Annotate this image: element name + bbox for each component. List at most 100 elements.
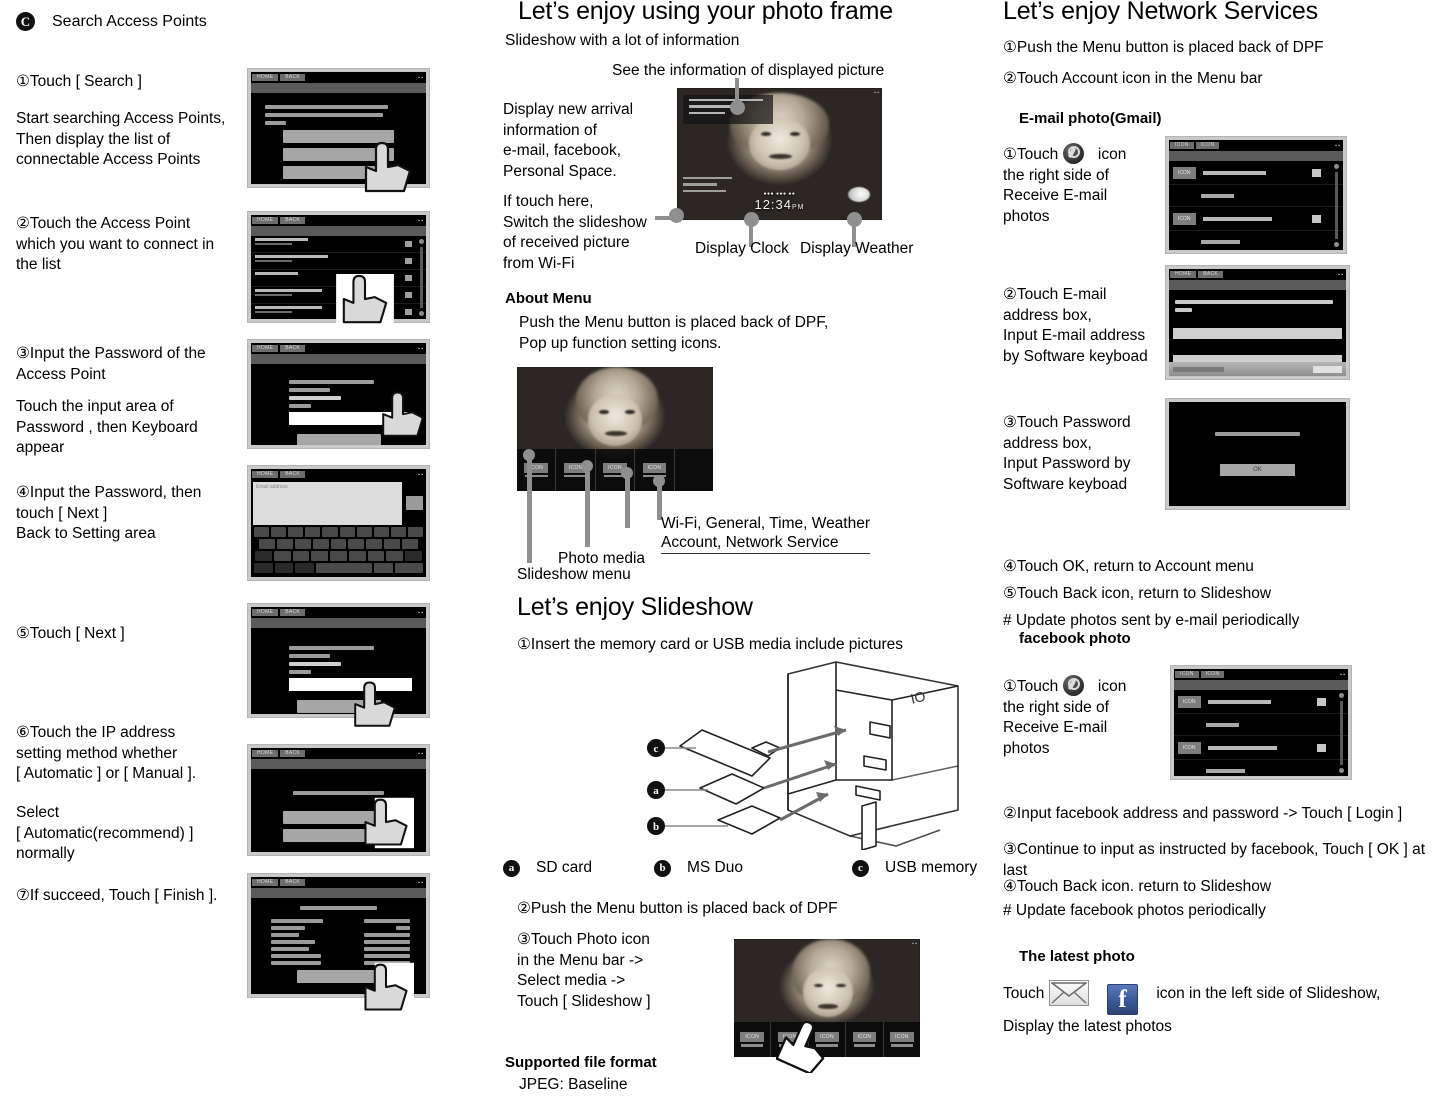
mid-note-touch-here: If touch here, Switch the slideshow of r…: [503, 193, 647, 272]
settings-icon[interactable]: [1062, 143, 1084, 164]
shot-home-button[interactable]: HOME: [252, 879, 279, 886]
facebook-step-1-rest: the right side of Receive E-mail photos: [1003, 698, 1109, 757]
screenshot-search-screen: HOME BACK ▪ ▪: [247, 68, 430, 193]
ap-list-item[interactable]: [251, 236, 426, 253]
left-step-2: ②Touch the Access Point which you want t…: [16, 215, 215, 274]
clock-time: 12:34: [754, 197, 793, 213]
latest-photo-second-line: Display the latest photos: [1003, 1018, 1172, 1035]
shot-home-button[interactable]: HOME: [252, 217, 279, 224]
account-row-facebook-setting[interactable]: [1169, 231, 1343, 250]
left-step-5: ⑤Touch [ Next ]: [16, 625, 125, 642]
account-row-receive-email[interactable]: ICON: [1169, 161, 1343, 185]
mail-icon[interactable]: [1048, 980, 1089, 1006]
shot-title-bar: [251, 759, 426, 769]
shot-back-button[interactable]: BACK: [280, 345, 306, 352]
media-menu-item[interactable]: ICON: [846, 1021, 884, 1057]
account-row-email-setting[interactable]: [1169, 185, 1343, 207]
menu-bar[interactable]: ICON ICON ICON ICON: [517, 448, 713, 491]
shot-back-button[interactable]: BACK: [280, 471, 306, 478]
screenshot-ip-method: HOME BACK ▪ ▪: [247, 744, 430, 856]
shot-text-area[interactable]: Email address: [253, 482, 402, 525]
hand-cursor-icon: [382, 391, 424, 437]
shot-status-icons: ▪ ▪: [418, 74, 423, 81]
account-row-receive-email[interactable]: ICON: [1174, 690, 1348, 714]
shot-scrollbar[interactable]: [1339, 693, 1344, 773]
shot-scrollbar[interactable]: [1334, 164, 1339, 247]
shot-title-bar: [1169, 280, 1346, 290]
callout-settings-items: Wi-Fi, General, Time, Weather Account, N…: [661, 514, 871, 554]
left-step-3-note: Touch the input area of Password , then …: [16, 398, 198, 457]
shot-icon-button[interactable]: ICON: [1175, 671, 1199, 678]
label-display-weather: Display Weather: [800, 240, 914, 257]
shot-home-button[interactable]: HOME: [252, 74, 279, 81]
row-checkbox[interactable]: [1317, 744, 1326, 752]
column-left: C Search Access Points ①Touch [ Search ]…: [0, 0, 495, 1091]
latest-photo-pre: Touch: [1003, 985, 1045, 1002]
shot-back-button[interactable]: BACK: [280, 74, 306, 81]
shot-home-button[interactable]: HOME: [252, 609, 279, 616]
right-step-1: ①Push the Menu button is placed back of …: [1003, 39, 1324, 56]
badge-ms-duo-icon: b: [654, 859, 671, 877]
column-middle: Let’s enjoy using your photo frame Slide…: [495, 0, 995, 1093]
shot-topbar: HOME BACK ▪ ▪: [251, 72, 426, 83]
shot-title-bar: [251, 888, 426, 898]
shot-status-icons: ▪ ▪: [1338, 271, 1343, 278]
media-menu-item[interactable]: ICON: [884, 1022, 920, 1057]
shot-icon-button[interactable]: ICON: [1200, 671, 1225, 678]
lead-knob-clock: [744, 212, 759, 227]
shot-home-button[interactable]: HOME: [252, 750, 279, 757]
screenshot-confirm-next: HOME BACK ▪ ▪: [247, 603, 430, 727]
row-checkbox[interactable]: [1317, 698, 1326, 706]
shot-title-bar: [251, 354, 426, 364]
shot-setup-button[interactable]: [1173, 366, 1224, 372]
page-root: C Search Access Points ①Touch [ Search ]…: [0, 0, 1451, 1093]
photo-info-overlay: [683, 94, 774, 124]
screenshot-password-entry: HOME BACK ▪ ▪: [247, 339, 430, 449]
row-checkbox[interactable]: [1312, 215, 1321, 223]
account-row-facebook-setting[interactable]: [1174, 760, 1348, 776]
shot-back-button[interactable]: BACK: [1198, 271, 1224, 278]
shot-status-icons: ▪ ▪: [418, 471, 423, 478]
svg-text:IO: IO: [909, 688, 927, 707]
email-step-1: ①Touch icon the right side of Receive E-…: [1003, 143, 1168, 227]
facebook-step-1: ①Touch icon the right side of Receive E-…: [1003, 675, 1168, 759]
shot-back-button[interactable]: BACK: [280, 609, 306, 616]
account-row-email-setting[interactable]: [1174, 714, 1348, 736]
latest-photo-post: icon in the left side of Slideshow,: [1156, 985, 1381, 1002]
label-display-clock: Display Clock: [695, 240, 789, 257]
clock-overlay: ●●● ●●● ●● 12:34PM: [677, 191, 882, 212]
dialog-ok-button[interactable]: OK: [1220, 464, 1295, 476]
shot-back-button[interactable]: BACK: [280, 217, 306, 224]
account-row-receive-facebook[interactable]: ICON: [1174, 736, 1348, 760]
shot-home-button[interactable]: HOME: [1170, 271, 1197, 278]
email-step-4: ④Touch OK, return to Account menu: [1003, 558, 1254, 575]
media-menu-item[interactable]: ICON: [734, 1021, 772, 1057]
settings-icon[interactable]: [1062, 675, 1084, 696]
facebook-section-heading: facebook photo: [1019, 630, 1131, 647]
screenshot-ap-list: HOME BACK ▪ ▪: [247, 211, 430, 326]
format-value: JPEG: Baseline: [519, 1076, 628, 1093]
shot-next-button[interactable]: [1313, 365, 1342, 373]
email-step-5: ⑤Touch Back icon, return to Slideshow: [1003, 585, 1272, 602]
shot-icon-button[interactable]: ICON: [1195, 142, 1220, 149]
row-icon-placeholder: ICON: [1173, 166, 1196, 179]
shot-email-field[interactable]: [1173, 328, 1342, 339]
shot-home-button[interactable]: HOME: [252, 345, 279, 352]
row-checkbox[interactable]: [1312, 169, 1321, 177]
shot-keyboard[interactable]: [251, 527, 426, 575]
shot-scrollbar[interactable]: [419, 239, 424, 316]
shot-back-button[interactable]: BACK: [280, 879, 306, 886]
menu-icon-placeholder: ICON: [852, 1032, 877, 1043]
shot-title-bar: [251, 226, 426, 236]
shot-enter-key[interactable]: [406, 496, 423, 510]
account-row-receive-facebook[interactable]: ICON: [1169, 207, 1343, 231]
shot-icon-button[interactable]: ICON: [1170, 142, 1194, 149]
svg-text:b: b: [653, 821, 659, 833]
clock-ampm: PM: [792, 204, 805, 212]
shot-status-icons: ▪ ▪: [418, 609, 423, 616]
shot-next-button[interactable]: [296, 434, 381, 445]
facebook-icon[interactable]: f: [1107, 984, 1138, 1015]
ap-list-item[interactable]: [251, 253, 426, 270]
shot-home-button[interactable]: HOME: [252, 471, 279, 478]
shot-back-button[interactable]: BACK: [280, 750, 306, 757]
